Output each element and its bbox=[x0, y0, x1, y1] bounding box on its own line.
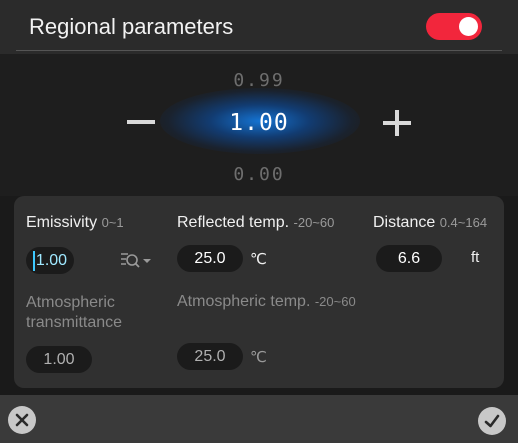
atmospheric-temp-range: -20~60 bbox=[314, 294, 356, 309]
distance-label: Distance 0.4~164 bbox=[373, 214, 487, 232]
header-divider bbox=[16, 50, 502, 51]
atmospheric-transmittance-field[interactable]: 1.00 bbox=[26, 346, 92, 373]
toggle-knob bbox=[459, 17, 478, 36]
atmospheric-temp-unit: ℃ bbox=[250, 349, 267, 366]
emissivity-value: 1.00 bbox=[35, 252, 68, 269]
parameters-panel: Emissivity 0~1 1.00 Reflected temp. -20~… bbox=[14, 196, 504, 388]
picker-next-value[interactable]: 0.00 bbox=[0, 164, 518, 185]
reflected-temp-unit: ℃ bbox=[250, 251, 267, 268]
value-picker[interactable]: 0.99 1.00 0.00 bbox=[0, 54, 518, 196]
page-title: Regional parameters bbox=[29, 14, 234, 39]
picker-current-value: 1.00 bbox=[229, 110, 289, 136]
distance-label-text: Distance bbox=[373, 214, 436, 231]
plus-icon[interactable] bbox=[383, 110, 411, 136]
reflected-temp-label-text: Reflected temp. bbox=[177, 214, 290, 231]
emissivity-range: 0~1 bbox=[101, 215, 124, 230]
confirm-button[interactable] bbox=[478, 407, 506, 435]
distance-range: 0.4~164 bbox=[439, 215, 488, 230]
atmospheric-transmittance-label-line2: transmittance bbox=[26, 314, 123, 331]
check-icon bbox=[484, 414, 500, 428]
magnifier-dropdown-icon[interactable] bbox=[120, 251, 152, 273]
emissivity-label: Emissivity 0~1 bbox=[26, 214, 124, 232]
footer-bar bbox=[0, 395, 518, 443]
atmospheric-temp-label: Atmospheric temp. -20~60 bbox=[177, 293, 356, 311]
text-caret bbox=[32, 250, 35, 271]
cancel-button[interactable] bbox=[8, 406, 36, 434]
reflected-temp-range: -20~60 bbox=[293, 215, 335, 230]
atmospheric-transmittance-label-line1: Atmospheric bbox=[26, 294, 115, 311]
reflected-temp-label: Reflected temp. -20~60 bbox=[177, 214, 334, 232]
reflected-temp-field[interactable]: 25.0 bbox=[177, 245, 243, 272]
emissivity-label-text: Emissivity bbox=[26, 214, 98, 231]
emissivity-field[interactable]: 1.00 bbox=[26, 247, 74, 274]
region-toggle[interactable] bbox=[426, 13, 482, 40]
distance-field[interactable]: 6.6 bbox=[376, 245, 442, 272]
atmospheric-transmittance-label: Atmospheric transmittance bbox=[26, 293, 122, 333]
minus-icon[interactable] bbox=[127, 120, 155, 124]
atmospheric-temp-label-text: Atmospheric temp. bbox=[177, 293, 311, 310]
header: Regional parameters bbox=[0, 0, 518, 54]
distance-unit: ft bbox=[471, 249, 480, 266]
atmospheric-temp-field[interactable]: 25.0 bbox=[177, 343, 243, 370]
close-icon bbox=[15, 413, 29, 427]
picker-previous-value[interactable]: 0.99 bbox=[0, 70, 518, 91]
